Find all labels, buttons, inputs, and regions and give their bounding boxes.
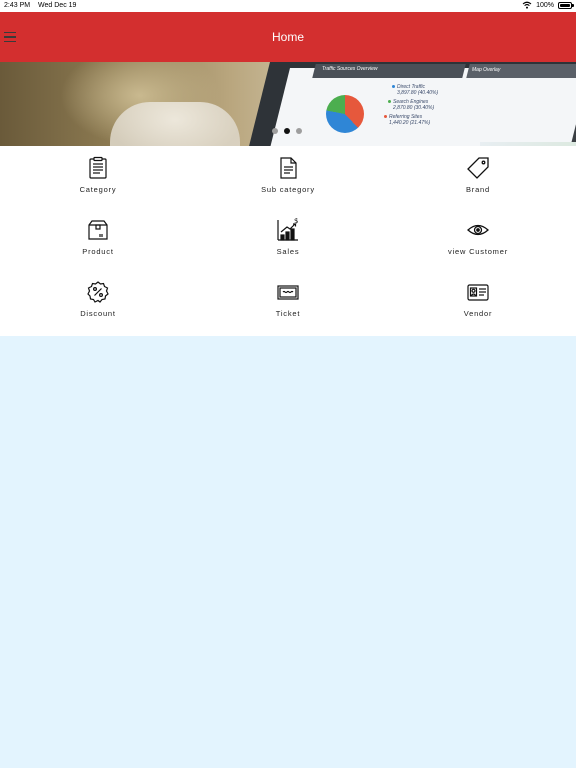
- status-time: 2:43 PM: [4, 2, 31, 9]
- page-title: Home: [271, 30, 304, 44]
- discount-badge-icon: [87, 281, 109, 303]
- wifi-icon: [522, 1, 532, 9]
- carousel-dot[interactable]: [296, 128, 302, 134]
- tag-icon: [467, 157, 489, 179]
- menu-grid: Category Sub category Brand Product $ Sa…: [0, 146, 576, 336]
- menu-item-label: Sub category: [261, 185, 315, 194]
- battery-percent: 100%: [536, 1, 554, 9]
- carousel-dot[interactable]: [272, 128, 278, 134]
- menu-item-discount[interactable]: Discount: [38, 274, 158, 330]
- menu-item-label: Vendor: [463, 309, 493, 318]
- status-right: 100%: [522, 1, 574, 9]
- app-bar: Home: [0, 12, 576, 62]
- menu-item-label: Brand: [465, 185, 490, 194]
- id-card-icon: [467, 284, 489, 301]
- menu-item-brand[interactable]: Brand: [418, 150, 538, 206]
- menu-item-ticket[interactable]: Ticket: [228, 274, 348, 330]
- menu-item-product[interactable]: Product: [38, 212, 158, 268]
- menu-item-label: Sales: [276, 247, 300, 256]
- menu-item-label: view Customer: [448, 247, 508, 256]
- status-date: Wed Dec 19: [38, 2, 77, 9]
- menu-item-vendor[interactable]: Vendor: [418, 274, 538, 330]
- menu-item-sales[interactable]: $ Sales: [228, 212, 348, 268]
- box-icon: [88, 220, 108, 240]
- status-left: 2:43 PM Wed Dec 19: [4, 2, 82, 9]
- carousel-dot-active[interactable]: [284, 128, 290, 134]
- coffee-cup-image: [110, 102, 240, 146]
- menu-item-view-customer[interactable]: view Customer: [418, 212, 538, 268]
- document-icon: [280, 157, 297, 179]
- battery-icon: [558, 1, 574, 9]
- ticket-icon: [277, 285, 299, 300]
- svg-text:$: $: [294, 218, 298, 225]
- eye-icon: [467, 224, 489, 236]
- carousel-dots: [272, 128, 302, 134]
- sales-chart-icon: $: [277, 218, 298, 241]
- menu-item-category[interactable]: Category: [38, 150, 158, 206]
- clipboard-icon: [89, 156, 107, 179]
- menu-item-label: Ticket: [275, 309, 301, 318]
- menu-item-label: Product: [82, 247, 114, 256]
- menu-item-label: Discount: [80, 309, 116, 318]
- menu-item-label: Category: [79, 185, 117, 194]
- status-bar: 2:43 PM Wed Dec 19 100%: [0, 0, 576, 12]
- menu-item-sub-category[interactable]: Sub category: [228, 150, 348, 206]
